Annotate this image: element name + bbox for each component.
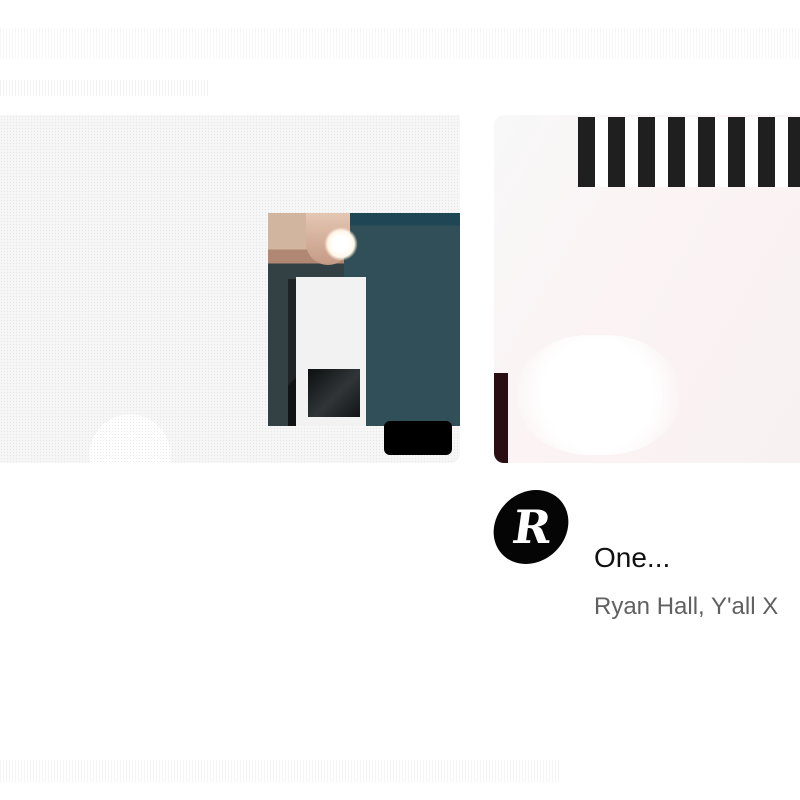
- video-thumbnail-image: [268, 213, 460, 426]
- faint-bottom-row: [0, 760, 560, 782]
- video-meta-right: [594, 638, 800, 668]
- duration-badge: [384, 421, 452, 455]
- faint-subheader-row: [0, 80, 210, 96]
- thumbnail-dark-edge: [494, 373, 508, 463]
- channel-avatar[interactable]: R: [488, 490, 574, 564]
- video-title-left[interactable]: [4, 492, 344, 528]
- video-thumbnail-right[interactable]: [494, 115, 800, 463]
- video-feed: R One... Ryan Hall, Y'all X: [0, 0, 800, 800]
- video-title-right-line-2[interactable]: One...: [594, 540, 754, 576]
- thumbnail-banner-text: [578, 117, 800, 187]
- thumbnail-highlight: [518, 335, 678, 455]
- avatar-letter: R: [509, 500, 553, 554]
- light-flare: [324, 227, 358, 261]
- shirt-print: [308, 369, 360, 417]
- channel-name-right[interactable]: Ryan Hall, Y'all X: [594, 591, 800, 623]
- faint-header-row: [0, 28, 800, 58]
- video-title-right-line-1[interactable]: [594, 494, 800, 530]
- video-thumbnail-left[interactable]: [0, 115, 460, 463]
